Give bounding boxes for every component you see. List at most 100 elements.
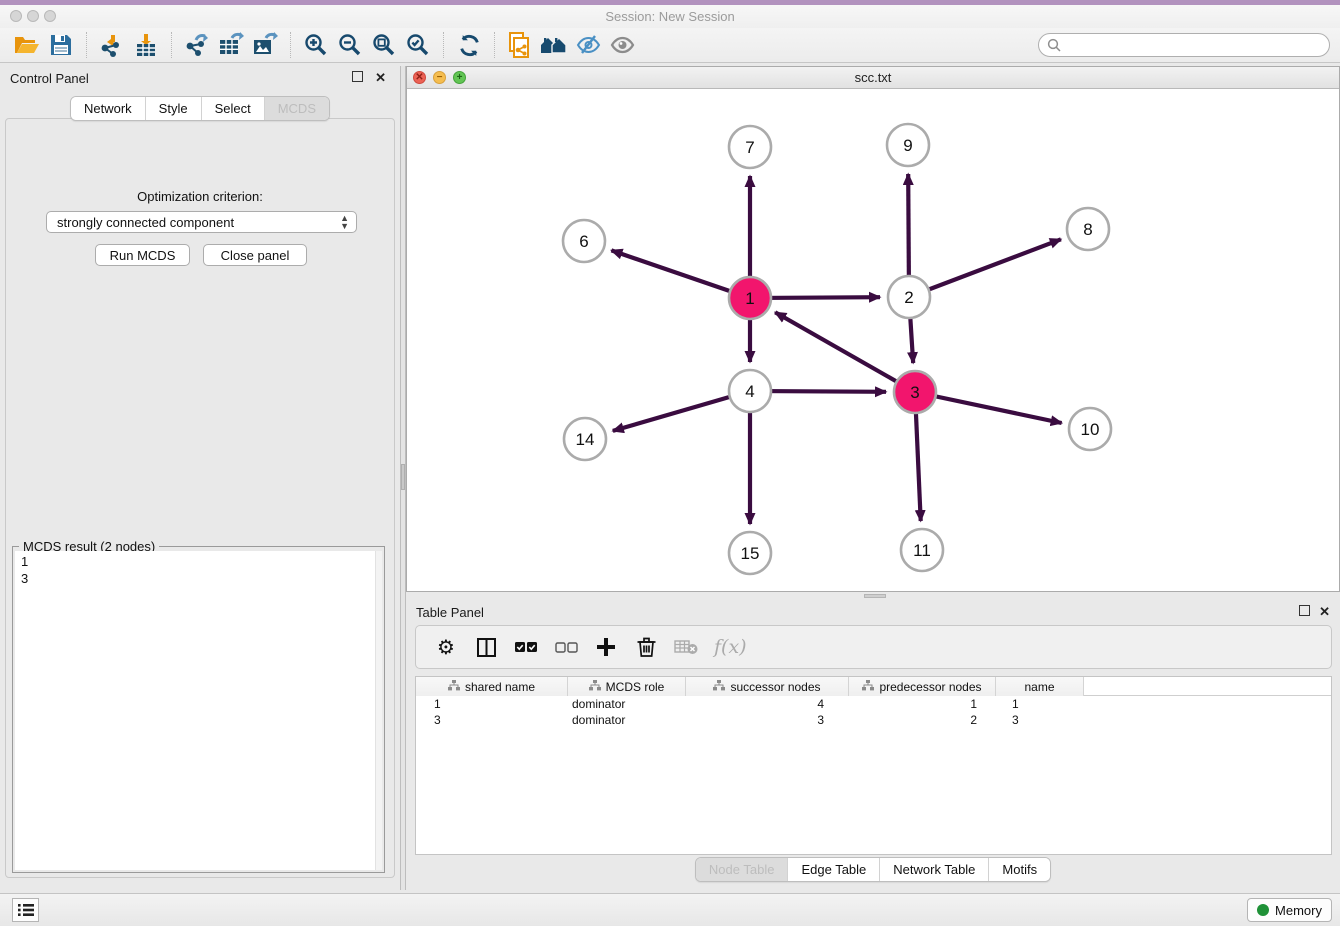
first-neighbors-icon[interactable] xyxy=(537,30,571,60)
save-session-icon[interactable] xyxy=(44,30,78,60)
node-11[interactable]: 11 xyxy=(901,529,943,571)
table-body: 1dominator4113dominator323 xyxy=(416,696,1331,728)
deselect-all-icon[interactable] xyxy=(554,642,578,653)
control-panel-tabs: NetworkStyleSelectMCDS xyxy=(70,96,330,121)
memory-status-icon xyxy=(1257,904,1269,916)
column-label: shared name xyxy=(465,680,535,694)
tab-network-table[interactable]: Network Table xyxy=(879,858,988,881)
zoom-selected-icon[interactable] xyxy=(401,30,435,60)
node-9[interactable]: 9 xyxy=(887,124,929,166)
toolbar-separator xyxy=(171,32,172,58)
column-label: MCDS role xyxy=(606,680,665,694)
toolbar-separator xyxy=(86,32,87,58)
node-7[interactable]: 7 xyxy=(729,126,771,168)
new-network-from-selection-icon[interactable] xyxy=(503,30,537,60)
close-panel-button[interactable]: Close panel xyxy=(203,244,307,266)
open-session-icon[interactable] xyxy=(10,30,44,60)
refresh-icon[interactable] xyxy=(452,30,486,60)
table-panel-header: Table Panel ✕ xyxy=(406,600,1340,626)
edge-3-1[interactable] xyxy=(775,312,915,392)
dropdown-value: strongly connected component xyxy=(57,215,234,230)
node-15[interactable]: 15 xyxy=(729,532,771,574)
table-cell: dominator xyxy=(568,712,686,728)
export-network-icon[interactable] xyxy=(180,30,214,60)
show-all-icon[interactable] xyxy=(605,30,639,60)
export-table-icon[interactable] xyxy=(214,30,248,60)
delete-icon[interactable] xyxy=(634,636,658,658)
svg-text:2: 2 xyxy=(904,288,913,307)
svg-text:7: 7 xyxy=(745,138,754,157)
optimization-criterion-select[interactable]: strongly connected component ▲▼ xyxy=(46,211,357,233)
svg-text:6: 6 xyxy=(579,232,588,251)
splitter-grip[interactable] xyxy=(401,464,405,490)
node-4[interactable]: 4 xyxy=(729,370,771,412)
import-network-icon[interactable] xyxy=(95,30,129,60)
column-header-successor-nodes[interactable]: successor nodes xyxy=(686,677,849,696)
memory-button[interactable]: Memory xyxy=(1247,898,1332,922)
network-window-titlebar[interactable]: ✕ − + scc.txt xyxy=(407,67,1339,89)
node-8[interactable]: 8 xyxy=(1067,208,1109,250)
table-cell: 1 xyxy=(996,696,1084,712)
delete-table-icon[interactable] xyxy=(674,639,698,655)
zoom-out-icon[interactable] xyxy=(333,30,367,60)
zoom-fit-icon[interactable] xyxy=(367,30,401,60)
control-panel: Control Panel ✕ NetworkStyleSelectMCDS O… xyxy=(0,66,400,890)
zoom-in-icon[interactable] xyxy=(299,30,333,60)
column-header-predecessor-nodes[interactable]: predecessor nodes xyxy=(849,677,996,696)
optimization-criterion-label: Optimization criterion: xyxy=(6,189,394,204)
select-all-icon[interactable] xyxy=(514,642,538,653)
tab-mcds[interactable]: MCDS xyxy=(264,97,329,120)
edge-3-10[interactable] xyxy=(915,392,1062,423)
task-history-button[interactable] xyxy=(12,898,39,922)
tab-network[interactable]: Network xyxy=(71,97,145,120)
table-row[interactable]: 3dominator323 xyxy=(416,712,1331,728)
table-cell: 3 xyxy=(416,712,568,728)
mcds-result-groupbox: MCDS result (2 nodes) 1 3 xyxy=(12,546,385,873)
search-input[interactable] xyxy=(1065,35,1329,55)
add-icon[interactable] xyxy=(594,637,618,657)
horizontal-splitter[interactable] xyxy=(406,592,1340,600)
tab-style[interactable]: Style xyxy=(145,97,201,120)
app-titlebar: Session: New Session xyxy=(0,5,1340,28)
status-bar: Memory xyxy=(0,893,1340,926)
close-panel-icon[interactable]: ✕ xyxy=(1319,605,1330,619)
node-2[interactable]: 2 xyxy=(888,276,930,318)
tab-motifs[interactable]: Motifs xyxy=(988,858,1050,881)
column-label: successor nodes xyxy=(730,680,820,694)
gear-icon[interactable]: ⚙ xyxy=(434,635,458,659)
tab-node-table[interactable]: Node Table xyxy=(696,858,788,881)
column-header-MCDS-role[interactable]: MCDS role xyxy=(568,677,686,696)
svg-text:14: 14 xyxy=(576,430,595,449)
tab-select[interactable]: Select xyxy=(201,97,264,120)
columns-icon[interactable] xyxy=(474,637,498,658)
tab-edge-table[interactable]: Edge Table xyxy=(787,858,879,881)
float-panel-icon[interactable] xyxy=(352,71,363,85)
column-header-shared-name[interactable]: shared name xyxy=(416,677,568,696)
hide-selected-icon[interactable] xyxy=(571,30,605,60)
export-image-icon[interactable] xyxy=(248,30,282,60)
function-builder-icon[interactable]: f(x) xyxy=(714,636,747,658)
run-mcds-button[interactable]: Run MCDS xyxy=(95,244,190,266)
column-header-name[interactable]: name xyxy=(996,677,1084,696)
table-header-row: shared name MCDS role successor nodes prede… xyxy=(416,677,1331,696)
node-3[interactable]: 3 xyxy=(894,371,936,413)
import-table-icon[interactable] xyxy=(129,30,163,60)
hierarchy-icon xyxy=(862,680,874,694)
mcds-result-textarea[interactable]: 1 3 xyxy=(15,551,375,870)
close-panel-icon[interactable]: ✕ xyxy=(375,71,386,85)
float-panel-icon[interactable] xyxy=(1299,605,1310,619)
result-scrollbar[interactable] xyxy=(375,551,382,870)
node-1[interactable]: 1 xyxy=(729,277,771,319)
node-6[interactable]: 6 xyxy=(563,220,605,262)
network-canvas[interactable]: 7 9 6 8 1 2 4 3 14 10 15 11 xyxy=(407,89,1339,591)
edge-2-8[interactable] xyxy=(909,239,1061,297)
node-14[interactable]: 14 xyxy=(564,418,606,460)
splitter-grip[interactable] xyxy=(864,594,886,598)
table-cell: 1 xyxy=(849,696,996,712)
node-table: shared name MCDS role successor nodes prede… xyxy=(415,676,1332,855)
network-graph: 7 9 6 8 1 2 4 3 14 10 15 11 xyxy=(407,89,1339,591)
memory-label: Memory xyxy=(1275,903,1322,918)
node-10[interactable]: 10 xyxy=(1069,408,1111,450)
table-row[interactable]: 1dominator411 xyxy=(416,696,1331,712)
search-field[interactable] xyxy=(1038,33,1330,57)
